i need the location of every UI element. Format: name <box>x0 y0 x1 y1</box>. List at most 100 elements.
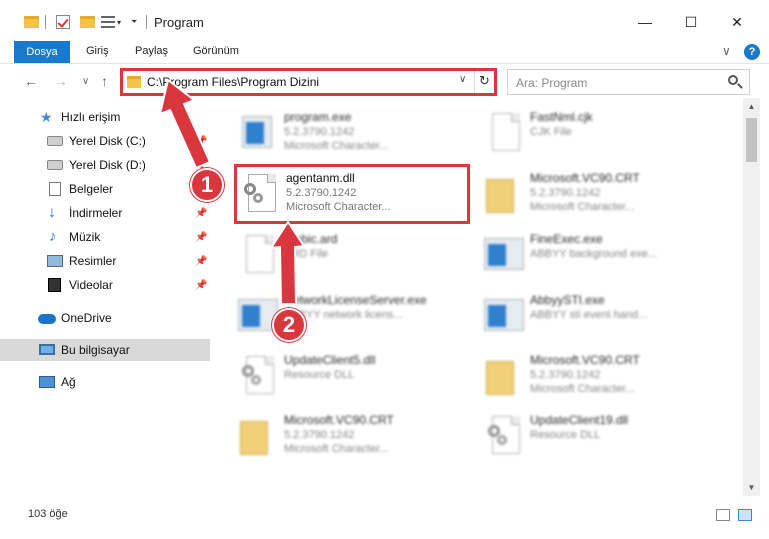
title-bar: ▾ ⏷ Program — ☐ ✕ <box>0 0 769 40</box>
file-name: AbbyySTI.exe <box>530 293 605 307</box>
sidebar-item-onedrive[interactable]: OneDrive <box>0 307 210 329</box>
search-input[interactable]: Ara: Program <box>507 69 750 95</box>
pin-icon[interactable]: 📌 <box>195 280 207 291</box>
file-detail: 5.2.3790.1242 <box>284 429 355 441</box>
expand-ribbon-icon[interactable]: ∨ <box>722 44 731 58</box>
scroll-up-icon[interactable]: ▲ <box>743 98 760 115</box>
pictures-icon <box>47 255 63 267</box>
file-name: program.exe <box>284 110 352 124</box>
sidebar-item-documents[interactable]: Belgeler 📌 <box>0 178 210 200</box>
file-name: Microsoft.VC90.CRT <box>530 171 640 185</box>
sidebar-item-label: OneDrive <box>61 311 112 325</box>
tab-giris[interactable]: Giriş <box>86 45 109 57</box>
list-item[interactable]: UpdateClient19.dll Resource DLL <box>480 407 720 465</box>
program-icon <box>238 110 274 154</box>
sidebar-item-label: Resimler <box>69 254 117 268</box>
scroll-down-icon[interactable]: ▼ <box>743 479 760 496</box>
minimize-button[interactable]: — <box>622 8 668 36</box>
list-item[interactable]: arabic.ard ARD File <box>234 226 474 284</box>
sidebar-item-label: Ağ <box>61 375 76 389</box>
list-item[interactable]: program.exe 5.2.3790.1242 Microsoft Char… <box>234 104 474 162</box>
list-item[interactable]: FastNml.cjk CJK File <box>480 104 720 162</box>
forward-button[interactable]: → <box>54 73 68 89</box>
separator <box>146 13 147 31</box>
computer-icon <box>39 344 55 355</box>
cloud-icon <box>38 314 56 324</box>
sidebar-item-videos[interactable]: Videolar 📌 <box>0 274 210 296</box>
pin-icon[interactable]: 📌 <box>195 208 207 219</box>
file-name: NetworkLicenseServer.exe <box>284 293 427 307</box>
list-item[interactable]: Microsoft.VC90.CRT 5.2.3790.1242 Microso… <box>480 165 720 223</box>
dll-gear-icon <box>484 413 520 457</box>
maximize-button[interactable]: ☐ <box>668 8 714 36</box>
new-folder-icon[interactable] <box>80 13 95 31</box>
search-icon[interactable] <box>728 75 738 85</box>
tab-gorunum[interactable]: Görünüm <box>193 45 239 57</box>
tab-dosya[interactable]: Dosya <box>14 41 70 63</box>
document-icon <box>49 182 61 196</box>
help-icon[interactable]: ? <box>744 44 760 60</box>
file-detail: Microsoft Character... <box>530 201 635 213</box>
customize-icon[interactable] <box>101 13 115 31</box>
sidebar-item-this-pc[interactable]: Bu bilgisayar <box>0 339 210 361</box>
step-badge-1: 1 <box>190 168 224 202</box>
sidebar-item-downloads[interactable]: ↓ İndirmeler 📌 <box>0 202 210 224</box>
sidebar-item-label: Yerel Disk (D:) <box>69 158 146 172</box>
sidebar-item-local-disk-c[interactable]: Yerel Disk (C:) 📌 <box>0 130 210 152</box>
file-name: FastNml.cjk <box>530 110 593 124</box>
tiles-view-icon[interactable] <box>738 509 752 521</box>
sidebar-item-quick-access[interactable]: ★ Hızlı erişim <box>0 106 210 128</box>
music-icon: ♪ <box>49 228 57 245</box>
file-detail: ARD File <box>284 248 329 260</box>
file-icon <box>238 232 274 276</box>
sidebar-item-local-disk-d[interactable]: Yerel Disk (D:) 📌 <box>0 154 210 176</box>
chevron-down-icon[interactable]: ▾ <box>117 13 121 31</box>
item-count: 103 öğe <box>28 508 68 520</box>
folder-file-icon <box>484 353 520 397</box>
details-view-icon[interactable] <box>716 509 730 521</box>
address-highlight-box <box>120 68 497 96</box>
qa-dropdown-icon[interactable]: ⏷ <box>131 13 137 31</box>
vertical-scrollbar[interactable]: ▲ ▼ <box>743 98 760 496</box>
file-detail: 5.2.3790.1242 <box>530 187 601 199</box>
sidebar-item-pictures[interactable]: Resimler 📌 <box>0 250 210 272</box>
search-placeholder: Ara: Program <box>516 76 588 90</box>
back-button[interactable]: ← <box>24 73 38 89</box>
list-item[interactable]: Microsoft.VC90.CRT 5.2.3790.1242 Microso… <box>234 407 474 465</box>
list-item[interactable]: UpdateClient5.dll Resource DLL <box>234 347 474 405</box>
file-name: Microsoft.VC90.CRT <box>530 353 640 367</box>
file-detail: Resource DLL <box>284 369 355 381</box>
sidebar-item-label: Bu bilgisayar <box>61 343 130 357</box>
file-detail: ABBYY sti event hand... <box>530 309 648 321</box>
pin-icon[interactable]: 📌 <box>195 232 207 243</box>
tab-paylas[interactable]: Paylaş <box>135 45 168 57</box>
step-badge-2: 2 <box>272 308 306 342</box>
download-icon: ↓ <box>48 204 56 221</box>
window-title: Program <box>154 15 204 30</box>
disk-icon <box>47 136 63 146</box>
file-detail: Resource DLL <box>530 429 601 441</box>
list-item[interactable]: Microsoft.VC90.CRT 5.2.3790.1242 Microso… <box>480 347 720 405</box>
sidebar-item-label: Videolar <box>69 278 113 292</box>
dll-gear-icon <box>238 353 274 397</box>
list-item[interactable]: AbbyySTI.exe ABBYY sti event hand... <box>480 287 720 345</box>
pin-icon[interactable]: 📌 <box>195 136 207 147</box>
scroll-thumb[interactable] <box>746 118 757 162</box>
sidebar-item-network[interactable]: Ağ <box>0 371 210 393</box>
folder-file-icon <box>484 171 520 215</box>
status-bar: 103 öğe <box>0 500 769 528</box>
list-item[interactable]: NetworkLicenseServer.exe ABBYY network l… <box>234 287 474 345</box>
list-item[interactable]: FineExec.exe ABBYY background exe... <box>480 226 720 284</box>
file-detail: CJK File <box>530 126 572 138</box>
sidebar-item-music[interactable]: ♪ Müzik 📌 <box>0 226 210 248</box>
disk-icon <box>47 160 63 170</box>
up-button[interactable]: ↑ <box>101 73 108 89</box>
sidebar-item-label: Yerel Disk (C:) <box>69 134 146 148</box>
close-button[interactable]: ✕ <box>714 8 760 36</box>
file-name: UpdateClient5.dll <box>284 353 376 367</box>
recent-locations-button[interactable]: ∨ <box>82 76 89 87</box>
file-name: Microsoft.VC90.CRT <box>284 413 394 427</box>
pin-icon[interactable]: 📌 <box>195 256 207 267</box>
properties-check-icon[interactable] <box>56 13 70 31</box>
file-detail: 5.2.3790.1242 <box>530 369 601 381</box>
